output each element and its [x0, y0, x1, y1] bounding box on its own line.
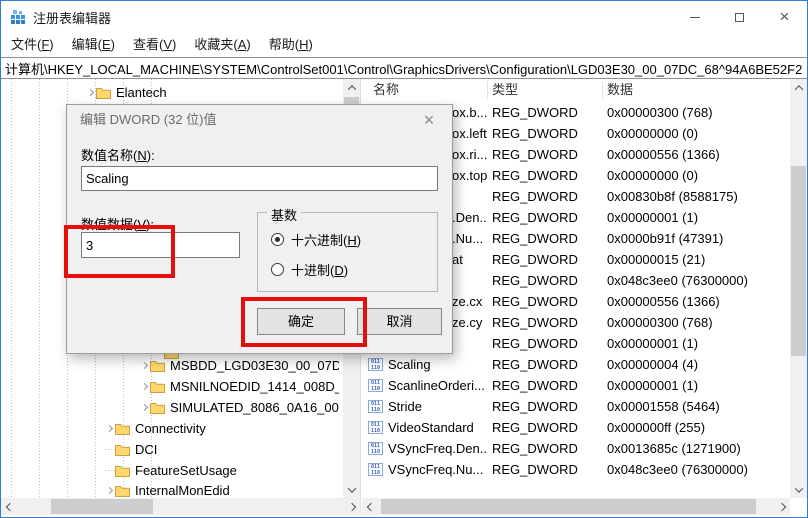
scrollbar-thumb[interactable]	[791, 166, 806, 356]
reg-dword-icon	[368, 463, 383, 476]
expand-chevron-icon	[104, 440, 115, 459]
expand-chevron-icon[interactable]	[104, 419, 115, 438]
base-group-label: 基数	[267, 205, 301, 224]
scroll-up-button[interactable]	[790, 79, 807, 96]
tree-item-label: InternalMonEdid	[135, 483, 230, 498]
maximize-icon	[735, 13, 744, 22]
scroll-down-button[interactable]	[343, 481, 360, 498]
expand-chevron-icon[interactable]	[85, 83, 96, 102]
reg-dword-icon	[368, 421, 383, 434]
tree-guide-line	[39, 79, 40, 497]
tree-item-label: SIMULATED_8086_0A16_0000000	[170, 400, 339, 415]
tree-item-simulated[interactable]: SIMULATED_8086_0A16_0000000	[139, 398, 339, 417]
menu-view[interactable]: 查看(V)	[124, 33, 185, 57]
scrollbar-thumb[interactable]	[51, 499, 153, 514]
cancel-button[interactable]: 取消	[357, 308, 442, 335]
expand-chevron-icon[interactable]	[139, 377, 150, 396]
radio-decimal[interactable]: 十进制(D)	[271, 259, 348, 279]
reg-dword-icon	[368, 400, 383, 413]
column-header-name[interactable]: 名称	[373, 79, 399, 101]
scrollbar-thumb[interactable]	[381, 499, 756, 514]
value-row-stride[interactable]: StrideREG_DWORD0x00001558 (5464)	[362, 396, 790, 417]
value-name-label: 数值名称(N):	[81, 145, 155, 164]
tree-item-label: Connectivity	[135, 421, 206, 436]
expand-chevron-icon	[104, 461, 115, 480]
radio-button-icon	[271, 233, 284, 246]
dialog-title-bar: 编辑 DWORD (32 位)值	[67, 105, 452, 135]
folder-icon	[115, 444, 130, 456]
value-row-vsyncfreq-den[interactable]: VSyncFreq.Den...REG_DWORD0x0013685c (127…	[362, 438, 790, 459]
folder-icon	[150, 381, 165, 393]
column-header-data[interactable]: 数据	[607, 79, 633, 101]
dialog-title: 编辑 DWORD (32 位)值	[80, 105, 217, 135]
tree-item-label: DCI	[135, 442, 157, 457]
tree-item-msnilnoedid[interactable]: MSNILNOEDID_1414_008D_FFFF	[139, 377, 339, 396]
folder-icon	[96, 87, 111, 99]
menu-file[interactable]: 文件(F)	[2, 33, 63, 57]
list-header: 名称 类型 数据	[362, 79, 790, 101]
tree-horizontal-scrollbar[interactable]	[1, 498, 360, 515]
value-row-scanlineordering[interactable]: ScanlineOrderi...REG_DWORD0x00000001 (1)	[362, 375, 790, 396]
folder-icon	[150, 402, 165, 414]
scroll-down-button[interactable]	[790, 481, 807, 498]
tree-item-label: Elantech	[116, 85, 167, 100]
registry-path-input[interactable]	[1, 57, 807, 79]
close-button[interactable]	[762, 1, 807, 33]
radio-hexadecimal[interactable]: 十六进制(H)	[271, 229, 361, 249]
scroll-left-button[interactable]	[362, 498, 379, 515]
column-separator[interactable]	[487, 81, 488, 99]
values-horizontal-scrollbar[interactable]	[362, 498, 790, 515]
scroll-right-button[interactable]	[773, 498, 790, 515]
base-group: 基数 十六进制(H) 十进制(D)	[257, 212, 438, 292]
tree-item-elantech[interactable]: Elantech	[85, 83, 339, 102]
minimize-icon	[690, 17, 700, 18]
scroll-right-button[interactable]	[343, 498, 360, 515]
highlight-ok-button-box	[241, 297, 367, 347]
tree-item-msbdd[interactable]: MSBDD_LGD03E30_00_07DC_68_	[139, 356, 339, 375]
value-row-vsyncfreq-nu[interactable]: VSyncFreq.Nu...REG_DWORD0x048c3ee0 (7630…	[362, 459, 790, 480]
window-title: 注册表编辑器	[33, 8, 111, 27]
tree-item-label: FeatureSetUsage	[135, 463, 237, 478]
dialog-close-icon[interactable]	[407, 106, 451, 134]
folder-icon	[115, 465, 130, 477]
value-row-videostandard[interactable]: VideoStandardREG_DWORD0x000000ff (255)	[362, 417, 790, 438]
address-bar	[1, 57, 807, 79]
maximize-button[interactable]	[717, 1, 762, 33]
column-separator[interactable]	[602, 81, 603, 99]
highlight-value-data-box	[64, 225, 175, 278]
radio-button-icon	[271, 263, 284, 276]
expand-chevron-icon[interactable]	[139, 356, 150, 375]
menu-favorites[interactable]: 收藏夹(A)	[185, 33, 259, 57]
values-vertical-scrollbar[interactable]	[790, 79, 807, 498]
scroll-left-button[interactable]	[1, 498, 18, 515]
tree-item-label: MSBDD_LGD03E30_00_07DC_68_	[170, 358, 339, 373]
tree-item-featuresetusage[interactable]: FeatureSetUsage	[104, 461, 339, 480]
menu-bar: 文件(F) 编辑(E) 查看(V) 收藏夹(A) 帮助(H)	[1, 33, 807, 57]
folder-icon	[150, 360, 165, 372]
reg-dword-icon	[368, 379, 383, 392]
reg-dword-icon	[368, 358, 383, 371]
value-row-scaling[interactable]: ScalingREG_DWORD0x00000004 (4)	[362, 354, 790, 375]
tree-item-dci[interactable]: DCI	[104, 440, 339, 459]
tree-item-connectivity[interactable]: Connectivity	[104, 419, 339, 438]
folder-icon	[115, 485, 130, 497]
menu-edit[interactable]: 编辑(E)	[63, 33, 124, 57]
scroll-up-button[interactable]	[343, 79, 360, 96]
folder-icon	[115, 423, 130, 435]
close-icon	[780, 12, 790, 22]
title-bar: 注册表编辑器	[1, 1, 807, 33]
registry-editor-icon	[10, 9, 26, 25]
tree-item-label: MSNILNOEDID_1414_008D_FFFF	[170, 379, 339, 394]
column-header-type[interactable]: 类型	[492, 79, 518, 101]
value-name-input[interactable]	[81, 166, 438, 191]
registry-editor-window: 注册表编辑器 文件(F) 编辑(E) 查看(V) 收藏夹(A) 帮助(H)	[0, 0, 808, 518]
minimize-button[interactable]	[672, 1, 717, 33]
reg-dword-icon	[368, 442, 383, 455]
tree-guide-line	[11, 79, 12, 497]
menu-help[interactable]: 帮助(H)	[260, 33, 322, 57]
expand-chevron-icon[interactable]	[139, 398, 150, 417]
